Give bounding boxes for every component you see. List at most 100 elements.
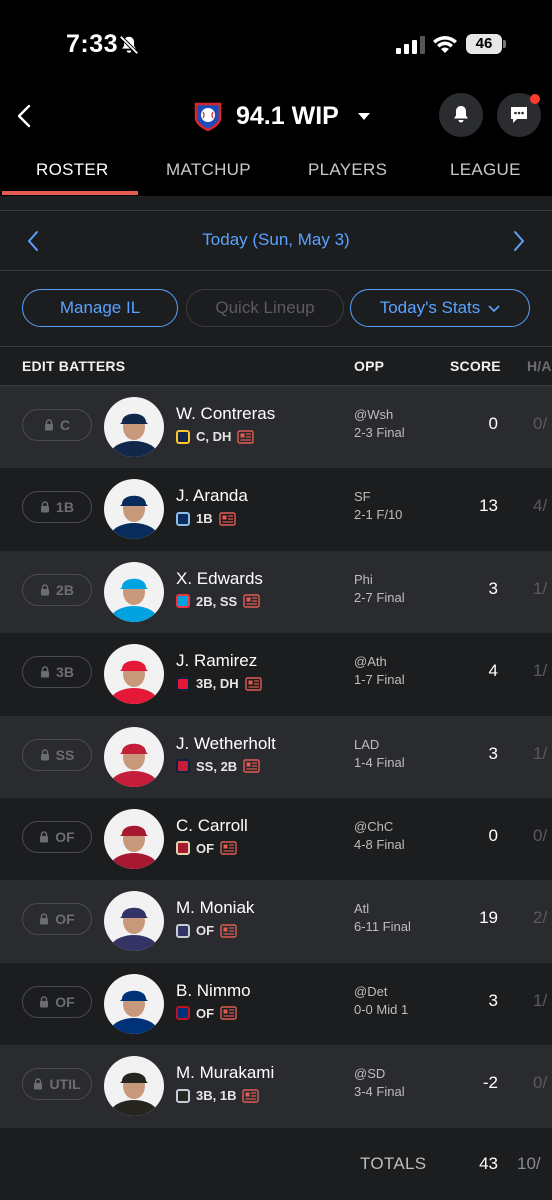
table-row[interactable]: SS J. Wetherholt SS, 2B LAD 1-4 Final 3 …: [0, 715, 552, 798]
news-icon[interactable]: [242, 1088, 260, 1103]
lineup-slot-button[interactable]: OF: [22, 903, 92, 936]
current-date-label[interactable]: Today (Sun, May 3): [0, 230, 552, 250]
table-row[interactable]: C W. Contreras C, DH @Wsh 2-3 Final 0 0/: [0, 386, 552, 469]
player-meta: 1B: [176, 511, 236, 526]
table-row[interactable]: OF B. Nimmo OF @Det 0-0 Mid 1 3 1/: [0, 962, 552, 1046]
slot-label: 2B: [56, 581, 74, 598]
slot-label: OF: [55, 911, 75, 928]
hits-at-bats: 0/: [533, 1073, 548, 1093]
player-name[interactable]: J. Aranda: [176, 486, 248, 506]
lineup-slot-button[interactable]: OF: [22, 985, 92, 1018]
player-positions: C, DH: [196, 429, 232, 444]
lineup-slot-button[interactable]: 2B: [22, 573, 92, 606]
player-name[interactable]: M. Moniak: [176, 898, 254, 918]
player-name[interactable]: J. Ramirez: [176, 651, 257, 671]
player-headshot[interactable]: [104, 808, 164, 869]
player-headshot[interactable]: [104, 561, 164, 622]
tab-players[interactable]: PLAYERS: [308, 160, 387, 180]
edit-batters-header[interactable]: EDIT BATTERS: [22, 358, 125, 374]
player-meta: 3B, DH: [176, 676, 262, 691]
player-name[interactable]: J. Wetherholt: [176, 734, 276, 754]
news-icon[interactable]: [243, 594, 260, 608]
table-row[interactable]: 2B X. Edwards 2B, SS Phi 2-7 Final 3 1/: [0, 550, 552, 634]
player-name[interactable]: C. Carroll: [176, 816, 248, 836]
manage-il-button[interactable]: Manage IL: [22, 289, 178, 327]
hits-at-bats: 4/: [533, 496, 548, 516]
opponent[interactable]: @Wsh: [354, 407, 393, 422]
back-chevron-icon[interactable]: [14, 103, 36, 129]
tab-league[interactable]: LEAGUE: [450, 160, 521, 180]
player-silhouette-icon: [104, 808, 164, 869]
messages-button[interactable]: [497, 93, 541, 137]
team-logo-icon: [176, 1006, 190, 1021]
game-result: 2-7 Final: [354, 589, 405, 605]
next-day-chevron-icon[interactable]: [512, 230, 526, 252]
opponent[interactable]: @Ath: [354, 654, 387, 669]
player-meta: OF: [176, 841, 237, 856]
opponent[interactable]: SF: [354, 489, 371, 504]
slot-label: 3B: [56, 664, 74, 681]
news-icon[interactable]: [237, 429, 255, 444]
opp-header: OPP: [354, 358, 385, 374]
news-icon[interactable]: [244, 676, 262, 691]
opponent[interactable]: @Det: [354, 984, 387, 999]
player-headshot[interactable]: [104, 644, 164, 705]
lineup-slot-button[interactable]: 3B: [22, 656, 92, 689]
opponent[interactable]: @SD: [354, 1066, 385, 1081]
news-icon[interactable]: [220, 841, 237, 856]
player-positions: 1B: [196, 511, 213, 527]
player-name[interactable]: X. Edwards: [176, 569, 263, 589]
player-silhouette-icon: [104, 397, 164, 457]
lineup-slot-button[interactable]: UTIL: [22, 1068, 92, 1101]
notifications-button[interactable]: [439, 93, 483, 137]
team-logo-icon: [176, 759, 190, 774]
caret-down-icon: [357, 113, 370, 120]
player-positions: OF: [196, 840, 215, 856]
player-name[interactable]: M. Murakami: [176, 1063, 274, 1083]
lineup-slot-button[interactable]: OF: [22, 820, 92, 853]
opponent[interactable]: @ChC: [354, 819, 393, 834]
opponent[interactable]: Phi: [354, 572, 373, 587]
player-positions: 2B, SS: [196, 593, 238, 609]
battery-tip: [503, 40, 506, 48]
player-silhouette-icon: [104, 726, 164, 787]
player-headshot[interactable]: [104, 479, 164, 540]
player-name[interactable]: W. Contreras: [176, 404, 275, 424]
quick-lineup-button[interactable]: Quick Lineup: [186, 289, 344, 327]
news-icon[interactable]: [220, 924, 237, 938]
lineup-slot-button[interactable]: SS: [22, 738, 92, 771]
lock-icon: [40, 913, 49, 925]
lineup-slot-button[interactable]: 1B: [22, 491, 92, 524]
player-headshot[interactable]: [104, 891, 164, 952]
player-headshot[interactable]: [104, 1056, 164, 1117]
slot-label: C: [59, 417, 71, 433]
news-icon[interactable]: [220, 1006, 237, 1020]
opponent[interactable]: Atl: [354, 901, 369, 916]
opponent[interactable]: LAD: [354, 737, 379, 752]
table-row[interactable]: OF M. Moniak OF Atl 6-11 Final 19 2/: [0, 880, 552, 963]
player-positions: 3B, DH: [196, 676, 239, 692]
table-row[interactable]: 1B J. Aranda 1B SF 2-1 F/10 13 4/: [0, 468, 552, 551]
player-headshot[interactable]: [104, 397, 164, 457]
player-headshot[interactable]: [104, 726, 164, 787]
lineup-slot-button[interactable]: C: [22, 409, 92, 441]
player-headshot[interactable]: [104, 973, 164, 1034]
table-row[interactable]: OF C. Carroll OF @ChC 4-8 Final 0 0/: [0, 797, 552, 881]
slot-label: 1B: [56, 499, 74, 516]
league-selector[interactable]: 94.1 WIP: [192, 99, 371, 133]
news-icon[interactable]: [218, 512, 236, 526]
stats-view-dropdown[interactable]: Today's Stats: [350, 289, 530, 327]
lock-icon: [41, 666, 50, 678]
table-row[interactable]: UTIL M. Murakami 3B, 1B @SD 3-4 Final -2…: [0, 1045, 552, 1128]
team-logo-icon: [176, 429, 190, 444]
player-positions: OF: [196, 923, 215, 939]
table-row[interactable]: 3B J. Ramirez 3B, DH @Ath 1-7 Final 4 1/: [0, 633, 552, 716]
slot-label: OF: [55, 993, 75, 1010]
player-silhouette-icon: [104, 644, 164, 705]
news-icon[interactable]: [243, 759, 260, 773]
tab-roster[interactable]: ROSTER: [36, 160, 109, 180]
tab-matchup[interactable]: MATCHUP: [166, 160, 251, 180]
player-name[interactable]: B. Nimmo: [176, 981, 251, 1001]
player-score: 3: [488, 990, 498, 1010]
game-result: 1-4 Final: [354, 754, 405, 770]
